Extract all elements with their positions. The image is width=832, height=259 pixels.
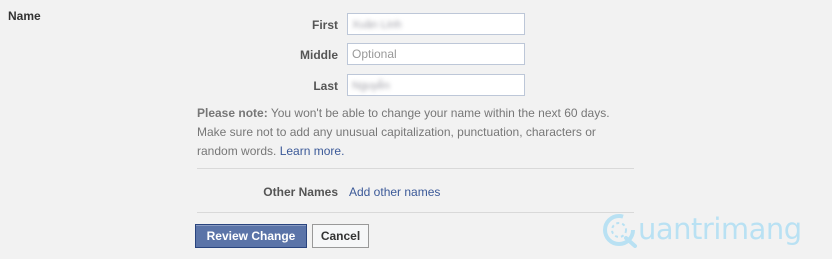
first-name-value: Xuân Linh xyxy=(352,19,402,31)
last-name-input[interactable]: Nguyễn xyxy=(347,74,525,96)
cancel-button[interactable]: Cancel xyxy=(312,224,369,248)
middle-name-label: Middle xyxy=(300,48,338,62)
other-names-label: Other Names xyxy=(263,185,338,199)
learn-more-link[interactable]: Learn more. xyxy=(280,144,345,158)
watermark-logo: uantrimang xyxy=(600,206,830,256)
add-other-names-link[interactable]: Add other names xyxy=(349,185,440,199)
name-change-note: Please note: You won't be able to change… xyxy=(197,104,627,161)
q-logo-icon xyxy=(603,214,637,248)
watermark-text: uantrimang xyxy=(638,212,802,246)
last-name-label: Last xyxy=(313,79,338,93)
first-name-label: First xyxy=(311,18,338,32)
note-bold-label: Please note: xyxy=(197,106,268,120)
first-name-input[interactable]: Xuân Linh xyxy=(347,13,525,35)
divider-top xyxy=(197,168,634,169)
review-change-button[interactable]: Review Change xyxy=(195,224,307,248)
last-name-value: Nguyễn xyxy=(352,80,390,92)
middle-name-input[interactable] xyxy=(347,43,525,65)
divider-bottom xyxy=(197,212,634,213)
name-section-title: Name xyxy=(8,9,41,23)
